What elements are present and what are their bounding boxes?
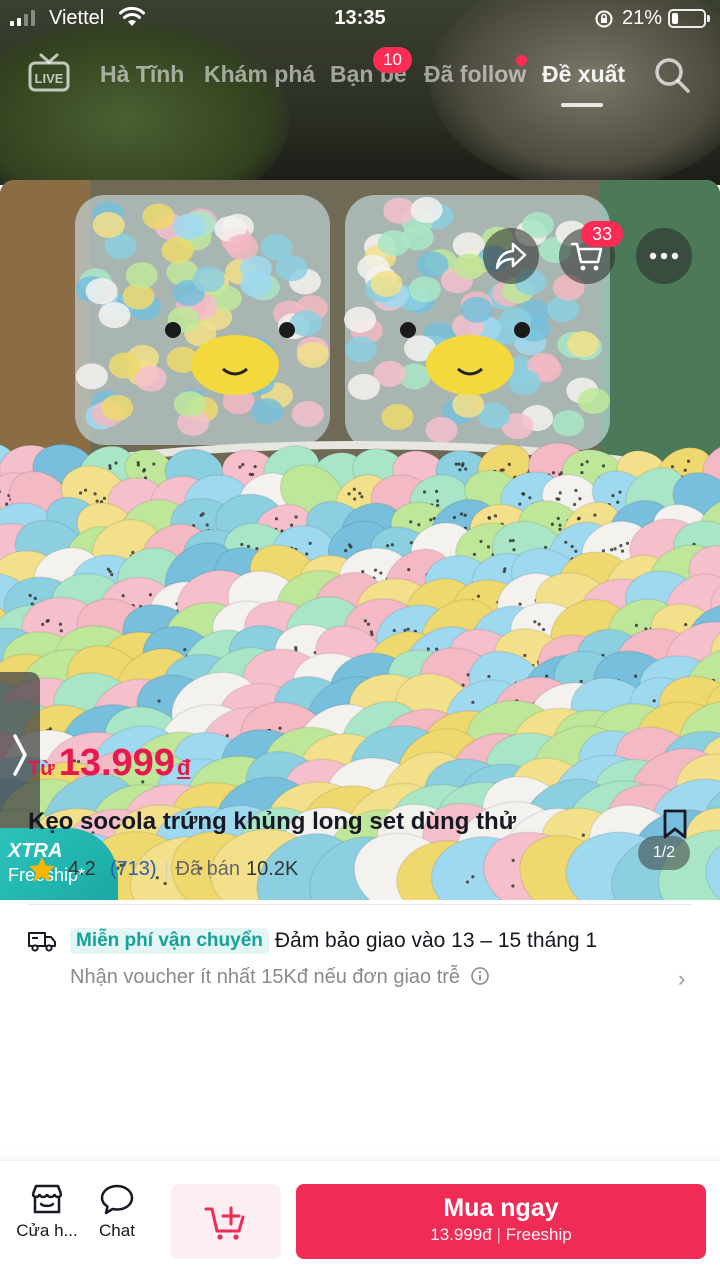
- price: Từ 13.999 đ: [28, 742, 190, 785]
- bottom-action-bar: Cửa h... Chat Mua ngay 13.999đ | Freeshi…: [0, 1160, 720, 1280]
- price-prefix: Từ: [28, 758, 55, 780]
- share-button[interactable]: [483, 228, 539, 284]
- chevron-right-icon: [13, 734, 27, 776]
- delivery-guarantee: Đảm bảo giao vào 13 – 15 tháng 1: [274, 929, 598, 952]
- star-icon: [29, 857, 55, 882]
- buy-now-label: Mua ngay: [443, 1194, 559, 1222]
- rating-divider: [165, 860, 167, 879]
- buy-now-price: 13.999đ: [430, 1225, 492, 1244]
- candy-eggs-photo: [0, 180, 720, 900]
- rotation-lock-icon: [595, 10, 613, 28]
- sold-label: Đã bán: [175, 858, 241, 880]
- battery-icon: [668, 9, 710, 28]
- shop-icon: [31, 1184, 63, 1214]
- follow-notification-dot: [516, 55, 527, 66]
- svg-text:LIVE: LIVE: [35, 71, 64, 86]
- free-shipping-chip: Miễn phí vận chuyển: [70, 928, 269, 954]
- more-dots-icon: [649, 252, 679, 260]
- buy-now-shipping: Freeship: [505, 1225, 572, 1244]
- image-pager: 1/2: [638, 836, 690, 870]
- voucher-text: Nhận voucher ít nhất 15Kđ nếu đơn giao t…: [70, 966, 461, 988]
- sold-value: 10.2K: [246, 858, 299, 880]
- shop-button[interactable]: Cửa h...: [12, 1183, 82, 1241]
- status-bar: Viettel 13:35 21%: [0, 0, 720, 38]
- shipping-row[interactable]: Miễn phí vận chuyển Đảm bảo giao vào 13 …: [28, 928, 597, 954]
- chevron-right-icon[interactable]: ›: [678, 966, 685, 992]
- product-image[interactable]: 33 XTRA Freeship* 1/2: [0, 180, 720, 900]
- bookmark-icon[interactable]: [662, 808, 688, 840]
- chat-label: Chat: [99, 1221, 135, 1240]
- tab-de-xuat[interactable]: Đề xuất: [542, 61, 625, 88]
- active-tab-indicator: [561, 103, 603, 107]
- rating-row: 4.2 (713) Đã bán 10.2K: [28, 856, 298, 883]
- tab-kham-pha[interactable]: Khám phá: [204, 61, 315, 88]
- info-icon[interactable]: [470, 966, 490, 986]
- battery-percent: 21%: [622, 7, 663, 29]
- add-to-cart-button[interactable]: [171, 1184, 281, 1259]
- divider: [28, 904, 692, 905]
- rating-value: 4.2: [68, 858, 96, 880]
- share-icon: [495, 242, 527, 270]
- price-value: 13.999: [58, 742, 175, 784]
- tab-ha-tinh[interactable]: Hà Tĩnh: [100, 61, 184, 88]
- product-title: Kẹo socola trứng khủng long set dùng thử: [28, 808, 517, 835]
- live-tv-icon[interactable]: LIVE: [27, 53, 71, 93]
- buy-now-button[interactable]: Mua ngay 13.999đ | Freeship: [296, 1184, 706, 1259]
- rating-count[interactable]: (713): [110, 858, 157, 881]
- chat-bubble-icon: [100, 1184, 134, 1215]
- chat-button[interactable]: Chat: [82, 1183, 152, 1241]
- tab-da-follow[interactable]: Đã follow: [424, 61, 526, 88]
- product-card: 33 XTRA Freeship* 1/2: [0, 180, 720, 1280]
- search-icon[interactable]: [652, 55, 692, 95]
- late-voucher-text: Nhận voucher ít nhất 15Kđ nếu đơn giao t…: [70, 966, 490, 989]
- cart-count-badge: 33: [581, 221, 623, 247]
- more-button[interactable]: [636, 228, 692, 284]
- shop-label: Cửa h...: [16, 1221, 78, 1240]
- buy-now-subtitle: 13.999đ | Freeship: [430, 1225, 572, 1244]
- truck-icon: [28, 932, 56, 952]
- friends-badge: 10: [373, 47, 412, 73]
- price-currency: đ: [176, 755, 191, 780]
- top-nav: LIVE Hà Tĩnh Khám phá Bạn bè 10 Đã follo…: [0, 45, 720, 115]
- cart-plus-icon: [204, 1206, 245, 1240]
